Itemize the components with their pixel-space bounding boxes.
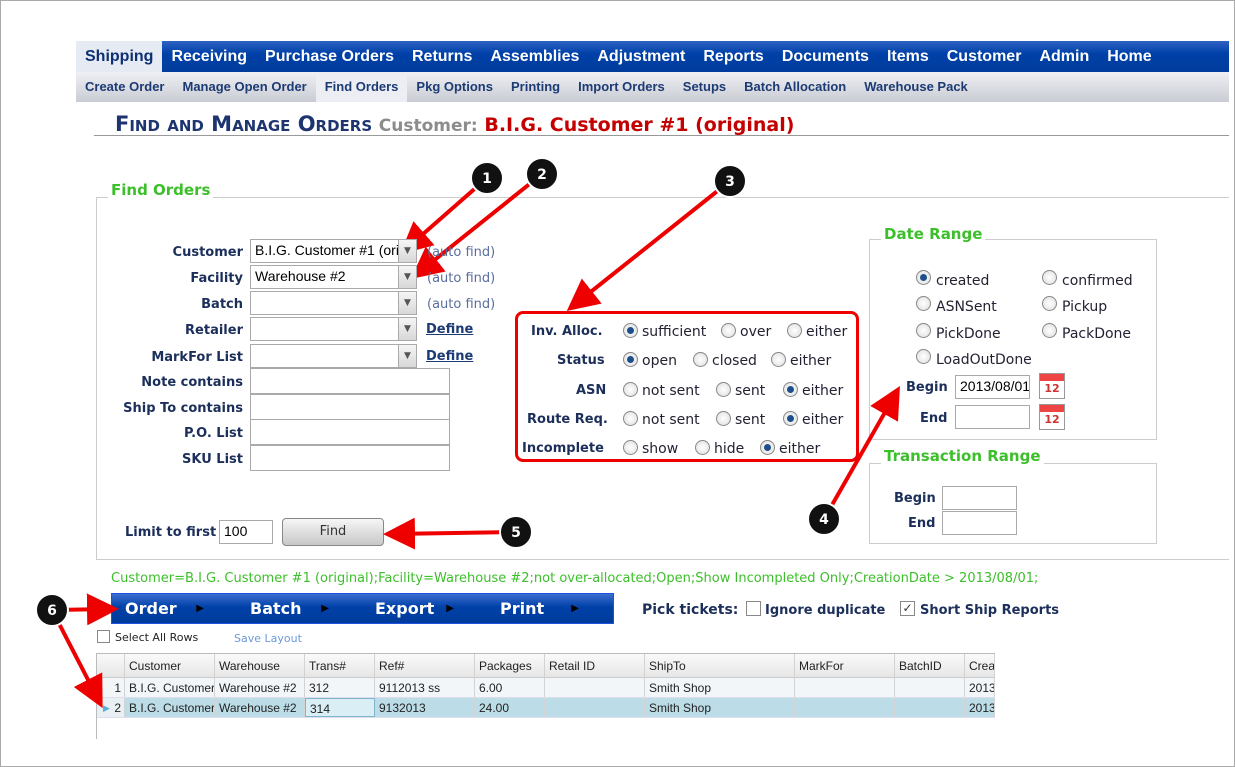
sku-list-label: SKU List [182,452,243,467]
radio-label: either [802,383,844,399]
radio-label: either [802,412,844,428]
radio-either[interactable] [760,440,775,455]
callout-number: 6 [47,603,57,619]
status-label: Status [557,353,605,368]
sku-list-input[interactable] [250,445,450,471]
route-req--label: Route Req. [527,412,608,427]
radio-hide[interactable] [695,440,710,455]
radio-either[interactable] [771,352,786,367]
radio-label: not sent [642,412,700,428]
radio-label: either [790,353,832,369]
callout-arrow [383,517,517,550]
note-contains-label: Note contains [141,375,243,390]
callout-number: 4 [819,512,829,528]
radio-label: not sent [642,383,700,399]
callout-arrow [566,179,732,311]
asn-label: ASN [576,383,607,398]
radio-show[interactable] [623,440,638,455]
radio-confirmed[interactable] [1042,270,1057,285]
define-link[interactable]: Define [426,349,473,364]
radio-label: PickDone [936,326,1001,342]
radio-label: ASNSent [936,299,997,315]
radio-not-sent[interactable] [623,382,638,397]
customer-select[interactable]: B.I.G. Customer #1 (original) [250,239,399,263]
facility-select[interactable]: Warehouse #2 [250,265,399,289]
radio-label: sufficient [642,324,707,340]
chevron-down-icon[interactable]: ▼ [398,317,417,341]
note-contains-input[interactable] [250,368,450,394]
ship-to-contains-input[interactable] [250,394,450,420]
chevron-down-icon[interactable]: ▼ [398,291,417,315]
radio-sufficient[interactable] [623,323,638,338]
radio-packdone[interactable] [1042,323,1057,338]
markfor-list-select[interactable] [250,344,399,368]
radio-pickdone[interactable] [916,323,931,338]
callout-number: 5 [511,525,521,541]
radio-sent[interactable] [716,411,731,426]
customer-label: Customer [172,245,243,260]
radio-label: Pickup [1062,299,1108,315]
p-o-list-label: P.O. List [183,426,243,441]
incomplete-label: Incomplete [522,441,604,456]
radio-sent[interactable] [716,382,731,397]
radio-label: closed [712,353,757,369]
radio-label: either [806,324,848,340]
callout-number: 1 [482,171,492,187]
retailer-label: Retailer [185,323,243,338]
auto-find-hint: (auto find) [427,245,496,260]
batch-label: Batch [201,297,243,312]
auto-find-hint: (auto find) [427,271,496,286]
ship-to-contains-label: Ship To contains [123,401,243,416]
radio-over[interactable] [721,323,736,338]
inv-alloc--label: Inv. Alloc. [531,324,603,339]
radio-label: sent [735,383,766,399]
radio-not-sent[interactable] [623,411,638,426]
radio-created[interactable] [916,270,931,285]
callout-number: 3 [725,174,735,190]
chevron-down-icon[interactable]: ▼ [398,265,417,289]
callout-number: 2 [537,167,547,183]
radio-open[interactable] [623,352,638,367]
radio-label: open [642,353,677,369]
radio-pickup[interactable] [1042,296,1057,311]
radio-label: show [642,441,679,457]
radio-closed[interactable] [693,352,708,367]
radio-either[interactable] [783,382,798,397]
radio-loadoutdone[interactable] [916,349,931,364]
radio-label: over [740,324,772,340]
radio-label: sent [735,412,766,428]
define-link[interactable]: Define [426,322,473,337]
radio-label: hide [714,441,745,457]
retailer-select[interactable] [250,317,399,341]
radio-label: PackDone [1062,326,1132,342]
radio-label: either [779,441,821,457]
p-o-list-input[interactable] [250,419,450,445]
radio-label: confirmed [1062,273,1133,289]
markfor-list-label: MarkFor List [151,350,243,365]
chevron-down-icon[interactable]: ▼ [398,239,417,263]
radio-asnsent[interactable] [916,296,931,311]
radio-either[interactable] [783,411,798,426]
radio-label: created [936,273,990,289]
radio-label: LoadOutDone [936,352,1032,368]
auto-find-hint: (auto find) [427,297,496,312]
facility-label: Facility [190,271,243,286]
chevron-down-icon[interactable]: ▼ [398,344,417,368]
radio-either[interactable] [787,323,802,338]
batch-select[interactable] [250,291,399,315]
